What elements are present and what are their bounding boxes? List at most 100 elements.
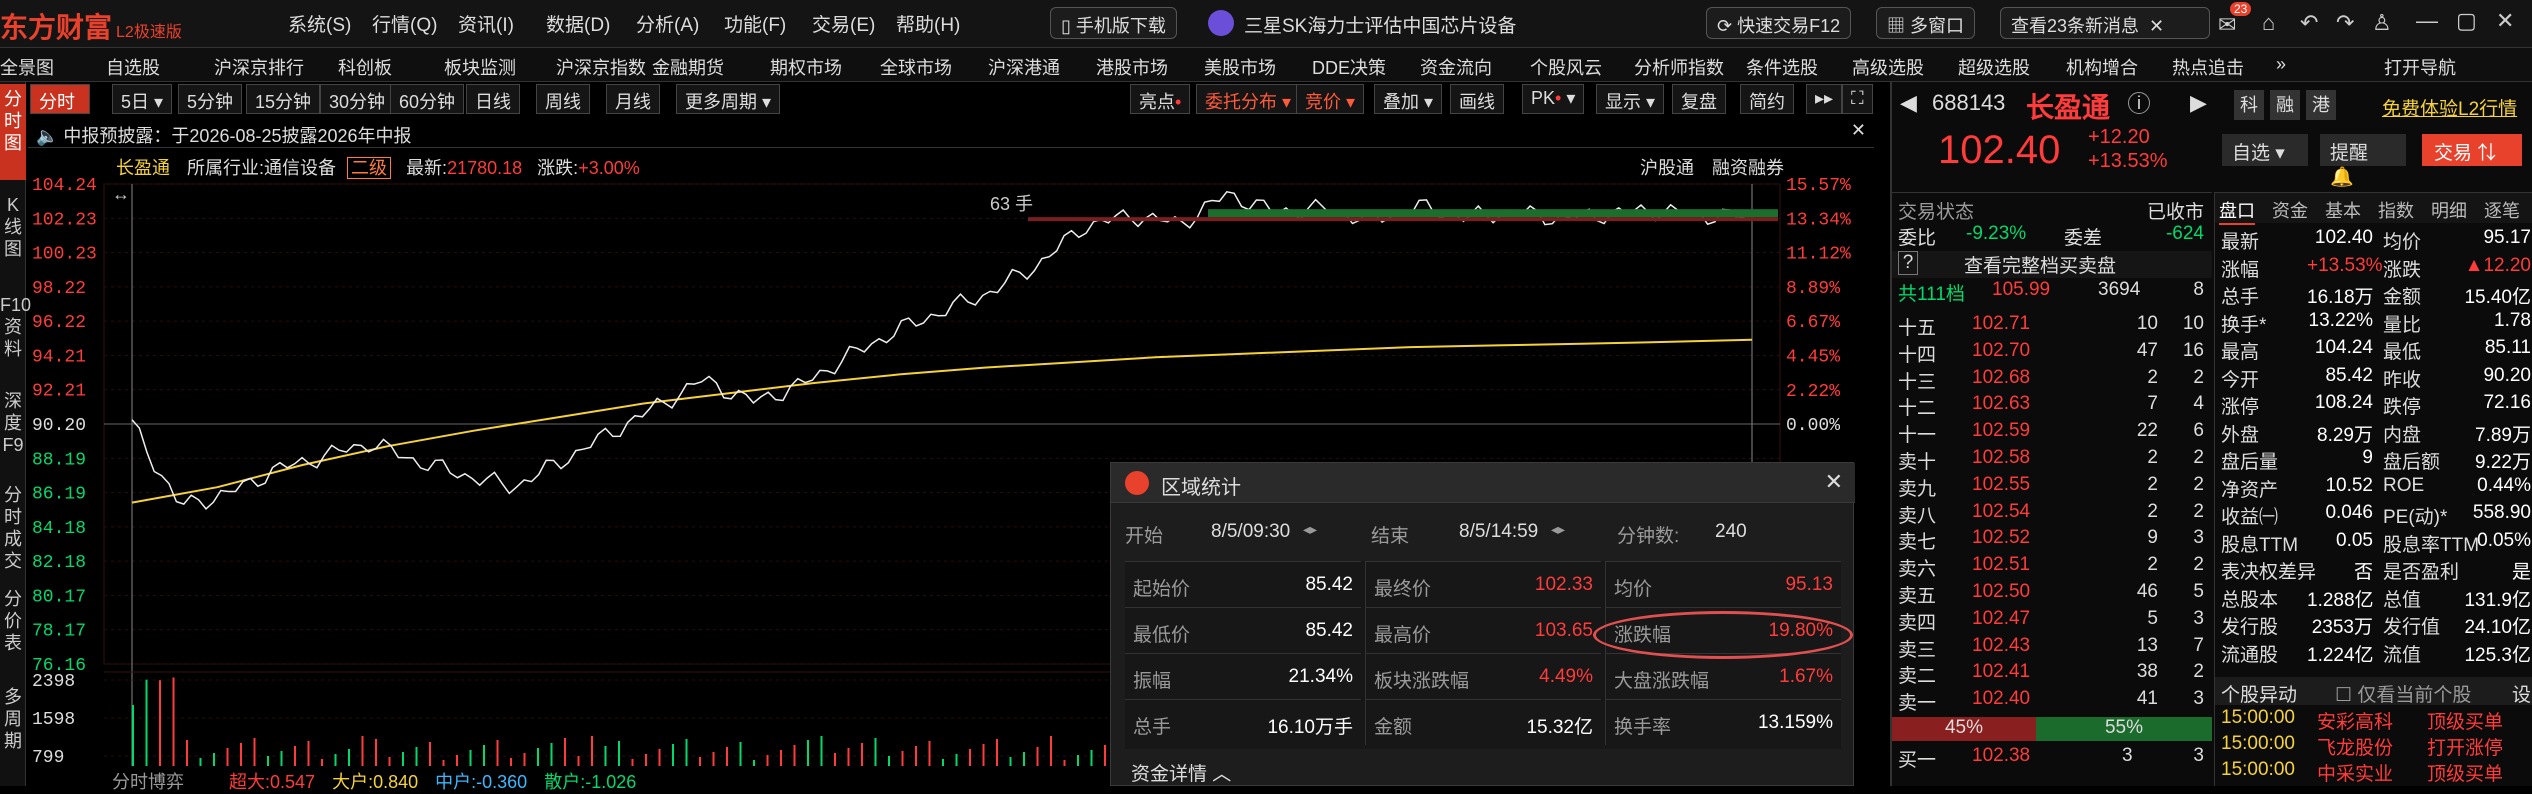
watchlist-button[interactable]: 自选 ▾ [2222,134,2308,166]
window-close-icon[interactable]: ✕ [2496,8,2514,34]
nav-us-market[interactable]: 美股市场 [1204,54,1276,80]
highlights-button[interactable]: 亮点• [1130,84,1190,114]
news-ticker[interactable]: 三星SK海力士评估中国芯片设备 [1244,11,1516,38]
abnormal-row[interactable]: 15:00:00 安彩高科 顶级买单 [2215,707,2532,734]
quick-trade-button[interactable]: ⟳ 快速交易F12 [1706,7,1851,39]
setup-button[interactable]: 设 [2512,680,2531,707]
ask-row[interactable]: 卖五 102.50 46 5 [1892,581,2212,608]
nav-star-market[interactable]: 科创板 [338,54,392,80]
draw-button[interactable]: 画线 [1450,84,1504,114]
nav-fund-flow[interactable]: 资金流向 [1420,54,1492,80]
minimize-icon[interactable]: — [2416,8,2438,34]
maximize-icon[interactable]: ▢ [2456,8,2477,34]
ask-row[interactable]: 卖一 102.40 41 3 [1892,688,2212,715]
prev-stock-icon[interactable]: ◀ [1900,90,1917,116]
multi-window-button[interactable]: ▦ 多窗口 [1876,7,1975,39]
period-30min[interactable]: 30分钟 [320,84,394,114]
nav-analyst-index[interactable]: 分析师指数 [1634,54,1724,80]
menu-data[interactable]: 数据(D) [546,10,610,37]
dialog-close-icon[interactable]: ✕ [1825,469,1843,495]
ask-row[interactable]: 十一 102.59 22 6 [1892,420,2212,447]
period-month[interactable]: 月线 [606,84,660,114]
abnormal-row[interactable]: 15:00:00 飞龙股份 打开涨停 [2215,733,2532,760]
tag-margin[interactable]: 融资融券 [1712,154,1784,180]
nav-hk-market[interactable]: 港股市场 [1096,54,1168,80]
home-icon[interactable]: ⌂ [2262,10,2275,36]
ask-row[interactable]: 卖四 102.47 5 3 [1892,608,2212,635]
nav-options[interactable]: 期权市场 [770,54,842,80]
nav-condition-select[interactable]: 条件选股 [1746,54,1818,80]
nav-hotspot[interactable]: 热点追击 [2172,54,2244,80]
menu-function[interactable]: 功能(F) [724,10,786,37]
nav-index[interactable]: 沪深京指数 [556,54,646,80]
nav-dde[interactable]: DDE决策 [1312,54,1386,80]
nav-panorama[interactable]: 全景图 [0,54,54,80]
pk-button[interactable]: PK• ▾ [1522,84,1584,114]
vtab-multi-period[interactable]: 多周期 [0,682,26,778]
period-more[interactable]: 更多周期 ▾ [676,84,780,114]
ask-row[interactable]: 卖三 102.43 13 7 [1892,635,2212,662]
period-timeshare[interactable]: 分时 [30,84,90,114]
tag-hk-connect[interactable]: 沪股通 [1640,154,1694,180]
menu-analysis[interactable]: 分析(A) [636,10,699,37]
dialog-header[interactable]: 区域统计 ✕ [1111,463,1855,503]
vtab-kline[interactable]: K线图 [0,190,26,280]
info-icon[interactable]: i [2128,92,2150,114]
panel-tab[interactable]: 指数 [2378,197,2414,223]
new-messages-button[interactable]: 查看23条新消息 ✕ [2000,7,2210,39]
panel-tab[interactable]: 基本 [2325,197,2361,223]
back-icon[interactable]: ↶ [2300,10,2318,36]
full-book-link[interactable]: ? 查看完整档买卖盘 [1892,251,2212,278]
vtab-trades[interactable]: 分时成交 [0,480,26,576]
nav-super-select[interactable]: 超级选股 [1958,54,2030,80]
end-stepper[interactable]: ◂▸ [1551,521,1565,538]
forward-icon[interactable]: ↷ [2336,10,2354,36]
menu-quote[interactable]: 行情(Q) [372,10,437,37]
nav-more-icon[interactable]: » [2276,54,2286,75]
panel-tab[interactable]: 逐笔 [2484,197,2520,223]
menu-trade[interactable]: 交易(E) [812,10,875,37]
nav-watchlist[interactable]: 自选股 [106,54,160,80]
start-stepper[interactable]: ◂▸ [1303,521,1317,538]
period-week[interactable]: 周线 [536,84,590,114]
period-5min[interactable]: 5分钟 [178,84,242,114]
trade-button[interactable]: 交易 ⇅ [2422,134,2522,166]
ask-row[interactable]: 十三 102.68 2 2 [1892,367,2212,394]
end-time[interactable]: 8/5/14:59 [1459,521,1538,543]
ask-row[interactable]: 卖八 102.54 2 2 [1892,501,2212,528]
ask-row[interactable]: 卖七 102.52 9 3 [1892,527,2212,554]
free-trial-link[interactable]: 免费体验L2行情 [2382,94,2517,121]
nav-open-navigation[interactable]: 打开导航 [2384,54,2456,80]
nav-ranking[interactable]: 沪深京排行 [214,54,304,80]
ask-row[interactable]: 卖二 102.41 38 2 [1892,661,2212,688]
nav-stock-events[interactable]: 个股风云 [1530,54,1602,80]
ask-row[interactable]: 卖九 102.55 2 2 [1892,474,2212,501]
period-60min[interactable]: 60分钟 [390,84,464,114]
region-stats-dialog[interactable]: 区域统计 ✕ 开始 8/5/09:30 ◂▸ 结束 8/5/14:59 ◂▸ 分… [1110,462,1854,786]
vtab-f10[interactable]: F10资料 [0,290,26,376]
nav-advanced-select[interactable]: 高级选股 [1852,54,1924,80]
expand-right-icon[interactable]: ▸▸ [1806,84,1842,114]
vtab-timeshare[interactable]: 分时图 [0,84,26,180]
bid-row[interactable]: 买一 102.38 3 3 [1892,745,2212,772]
panel-tab[interactable]: 资金 [2272,197,2308,223]
close-icon[interactable]: ✕ [2149,16,2164,36]
fund-detail-toggle[interactable]: 资金详情 ︿ [1131,759,1231,786]
overlay-button[interactable]: 叠加 ▾ [1374,84,1442,114]
panel-tab[interactable]: 盘口 [2219,197,2255,225]
next-stock-icon[interactable]: ▶ [2190,90,2207,116]
industry[interactable]: 通信设备 [264,158,336,178]
replay-button[interactable]: 复盘 [1672,84,1726,114]
nav-financial-futures[interactable]: 金融期货 [652,54,724,80]
nav-hk-connect[interactable]: 沪深港通 [988,54,1060,80]
nav-sector-monitor[interactable]: 板块监测 [444,54,516,80]
period-15min[interactable]: 15分钟 [246,84,320,114]
shirt-icon[interactable]: ♙ [2372,10,2392,36]
ask-row[interactable]: 卖十 102.58 2 2 [1892,447,2212,474]
vtab-price-table[interactable]: 分价表 [0,584,26,670]
start-time[interactable]: 8/5/09:30 [1211,521,1290,543]
order-dist-button[interactable]: 委托分布 ▾ [1196,84,1300,114]
period-day[interactable]: 日线 [466,84,520,114]
notice-close-icon[interactable]: ✕ [1851,120,1866,141]
display-button[interactable]: 显示 ▾ [1596,84,1664,114]
